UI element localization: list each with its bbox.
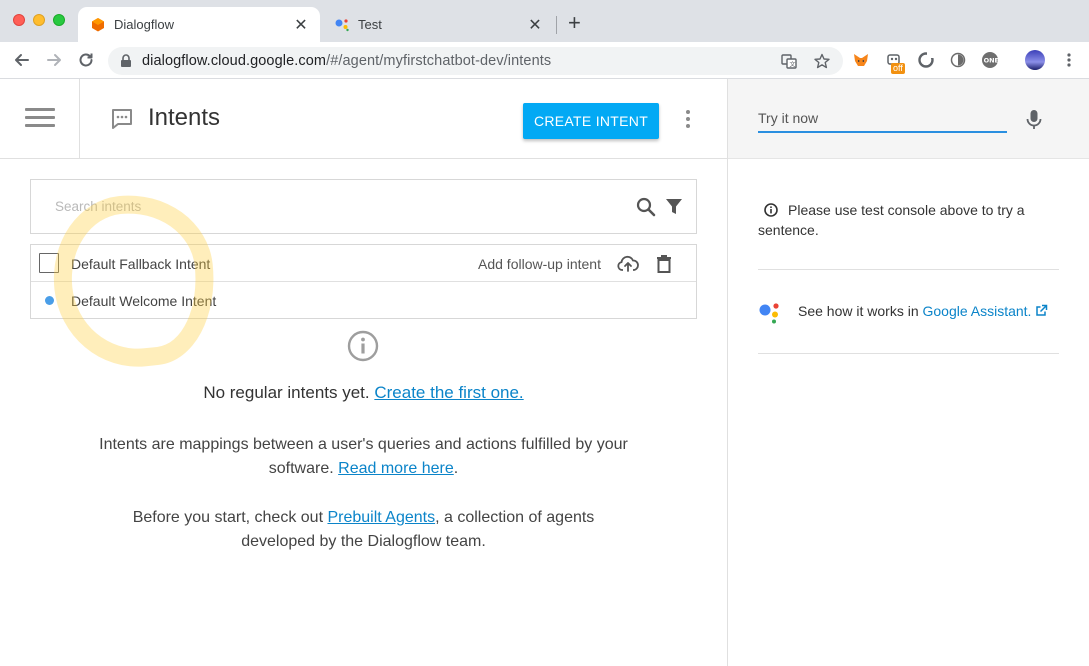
no-intents-text: No regular intents yet. xyxy=(203,383,370,402)
intent-list: Default Fallback Intent Add follow-up in… xyxy=(30,244,697,319)
browser-tabstrip: Dialogflow ✕ Test ✕ + xyxy=(0,0,1089,42)
try-it-now-input[interactable] xyxy=(758,109,1007,133)
intent-name[interactable]: Default Welcome Intent xyxy=(71,293,216,309)
window-zoom-button[interactable] xyxy=(53,14,65,26)
no-intents-message: No regular intents yet. Create the first… xyxy=(0,383,727,403)
metamask-extension-icon[interactable] xyxy=(852,51,870,69)
circle-arrow-extension-icon[interactable] xyxy=(917,51,935,69)
tab-title: Dialogflow xyxy=(114,17,174,32)
star-icon[interactable] xyxy=(814,53,830,69)
intent-checkbox[interactable] xyxy=(39,253,59,273)
prebuilt-agents-message: Before you start, check out Prebuilt Age… xyxy=(0,506,727,554)
forward-arrow-icon[interactable] xyxy=(44,50,64,70)
app-header: Intents CREATE INTENT xyxy=(0,79,727,159)
divider xyxy=(758,353,1059,354)
reload-icon[interactable] xyxy=(76,50,96,70)
test-console-tip: Please use test console above to try a s… xyxy=(758,200,1058,240)
translate-icon[interactable]: 文 xyxy=(781,53,797,69)
info-icon xyxy=(347,330,379,362)
url-host: dialogflow.cloud.google.com xyxy=(142,53,327,69)
read-more-link[interactable]: Read more here xyxy=(338,460,454,477)
half-circle-extension-icon[interactable] xyxy=(949,51,967,69)
tab-title: Test xyxy=(358,17,382,32)
divider xyxy=(758,269,1059,270)
one-extension-icon[interactable]: ONE xyxy=(981,51,999,69)
trash-icon[interactable] xyxy=(655,254,673,274)
back-arrow-icon[interactable] xyxy=(12,50,32,70)
tab-test[interactable]: Test ✕ xyxy=(322,7,554,42)
google-assistant-link[interactable]: Google Assistant. xyxy=(923,303,1032,319)
svg-text:ONE: ONE xyxy=(984,57,999,65)
tab-dialogflow[interactable]: Dialogflow ✕ xyxy=(78,7,320,42)
intent-name[interactable]: Default Fallback Intent xyxy=(71,256,210,272)
browser-toolbar: dialogflow.cloud.google.com/#/agent/myfi… xyxy=(0,42,1089,79)
filter-icon[interactable] xyxy=(665,198,683,216)
more-options-icon[interactable] xyxy=(684,110,692,131)
browser-menu-icon[interactable] xyxy=(1060,51,1078,69)
svg-text:文: 文 xyxy=(790,61,796,69)
intents-chat-icon xyxy=(112,109,132,129)
add-follow-up-intent-link[interactable]: Add follow-up intent xyxy=(478,256,601,272)
tab-close-icon[interactable]: ✕ xyxy=(292,15,310,35)
intent-row[interactable]: Default Fallback Intent Add follow-up in… xyxy=(31,245,696,282)
url-text: dialogflow.cloud.google.com/#/agent/myfi… xyxy=(142,53,551,69)
tab-separator xyxy=(556,16,557,34)
url-path: /#/agent/myfirstchatbot-dev/intents xyxy=(326,53,552,69)
intents-description-end: . xyxy=(453,460,459,477)
prebuilt-agents-link[interactable]: Prebuilt Agents xyxy=(327,509,435,526)
assistant-text: See how it works in xyxy=(798,303,919,319)
extension-badge: off xyxy=(891,63,905,74)
create-intent-button[interactable]: CREATE INTENT xyxy=(523,103,659,139)
google-assistant-icon xyxy=(759,303,779,324)
prebuilt-agents-text: Before you start, check out xyxy=(132,509,324,526)
page-title: Intents xyxy=(148,104,221,131)
external-link-icon[interactable] xyxy=(1035,304,1048,317)
address-bar[interactable]: dialogflow.cloud.google.com/#/agent/myfi… xyxy=(108,47,843,75)
tab-close-icon[interactable]: ✕ xyxy=(526,15,544,35)
microphone-icon[interactable] xyxy=(1026,109,1042,131)
search-input[interactable] xyxy=(55,199,575,214)
create-first-intent-link[interactable]: Create the first one. xyxy=(374,383,523,402)
info-icon xyxy=(764,203,778,217)
search-bar xyxy=(30,179,697,234)
profile-avatar[interactable] xyxy=(1025,50,1045,70)
menu-cell xyxy=(0,79,80,158)
lock-icon xyxy=(121,54,131,67)
test-console-panel: Please use test console above to try a s… xyxy=(727,79,1089,666)
tip-text: Please use test console above to try a s… xyxy=(758,202,1025,238)
intent-row[interactable]: Default Welcome Intent xyxy=(31,282,696,319)
welcome-intent-dot xyxy=(45,296,54,305)
google-assistant-icon xyxy=(335,19,349,32)
hamburger-menu-icon[interactable] xyxy=(25,108,55,132)
dialogflow-icon xyxy=(92,18,104,32)
window-close-button[interactable] xyxy=(13,14,25,26)
intents-description: Intents are mappings between a user's qu… xyxy=(0,433,727,481)
cloud-upload-icon[interactable] xyxy=(617,254,639,274)
window-minimize-button[interactable] xyxy=(33,14,45,26)
search-icon[interactable] xyxy=(636,197,656,217)
new-tab-button[interactable]: + xyxy=(568,12,581,34)
try-it-bar xyxy=(728,79,1089,159)
